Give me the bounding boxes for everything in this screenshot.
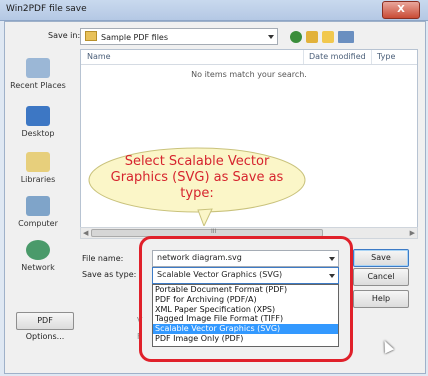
- column-name[interactable]: Name: [87, 52, 111, 61]
- cancel-button[interactable]: Cancel: [353, 268, 409, 286]
- scroll-right-icon[interactable]: ▶: [410, 229, 415, 237]
- help-button[interactable]: Help: [353, 290, 409, 308]
- empty-message: No items match your search.: [191, 70, 307, 79]
- place-label: Computer: [18, 219, 58, 228]
- place-libraries[interactable]: Libraries: [6, 148, 70, 198]
- places-bar: Recent Places Desktop Libraries Computer…: [6, 44, 70, 284]
- scroll-grip: III: [211, 228, 217, 235]
- up-folder-icon[interactable]: [306, 31, 318, 43]
- close-icon: X: [397, 4, 405, 15]
- save-button[interactable]: Save: [353, 249, 409, 267]
- column-divider: [303, 50, 304, 64]
- save-in-label: Save in:: [48, 31, 81, 40]
- column-type[interactable]: Type: [377, 52, 395, 61]
- save-in-combo[interactable]: Sample PDF files: [80, 28, 278, 45]
- new-folder-icon[interactable]: [322, 31, 334, 43]
- pdf-options-button[interactable]: PDF Options...: [16, 312, 74, 341]
- place-recent-places[interactable]: Recent Places: [6, 54, 70, 104]
- save-in-value: Sample PDF files: [101, 33, 169, 42]
- back-icon[interactable]: [290, 31, 302, 43]
- place-desktop[interactable]: Desktop: [6, 102, 70, 152]
- title-bar: Win2PDF file save X: [0, 0, 428, 21]
- place-label: Recent Places: [10, 81, 66, 90]
- recent-places-icon: [26, 58, 50, 78]
- close-button[interactable]: X: [382, 1, 420, 19]
- place-label: Libraries: [20, 175, 56, 184]
- file-name-label: File name:: [82, 254, 124, 263]
- list-header: Name Date modified Type: [81, 50, 417, 65]
- chevron-down-icon: [268, 35, 274, 39]
- column-divider: [371, 50, 372, 64]
- callout-text: Select Scalable Vector Graphics (SVG) as…: [110, 154, 284, 201]
- network-icon: [26, 240, 50, 260]
- place-label: Desktop: [21, 129, 55, 138]
- instruction-callout: Select Scalable Vector Graphics (SVG) as…: [86, 146, 308, 226]
- column-date-modified[interactable]: Date modified: [309, 52, 366, 61]
- place-network[interactable]: Network: [6, 236, 70, 286]
- save-type-label: Save as type:: [82, 270, 137, 279]
- place-computer[interactable]: Computer: [6, 192, 70, 242]
- scroll-left-icon[interactable]: ◀: [83, 229, 88, 237]
- computer-icon: [26, 196, 50, 216]
- desktop-icon: [26, 106, 50, 126]
- folder-icon: [85, 31, 97, 41]
- highlight-rectangle: [139, 236, 353, 362]
- libraries-icon: [26, 152, 50, 172]
- view-menu-icon[interactable]: [338, 31, 354, 43]
- window-title: Win2PDF file save: [6, 4, 87, 14]
- place-label: Network: [21, 263, 55, 272]
